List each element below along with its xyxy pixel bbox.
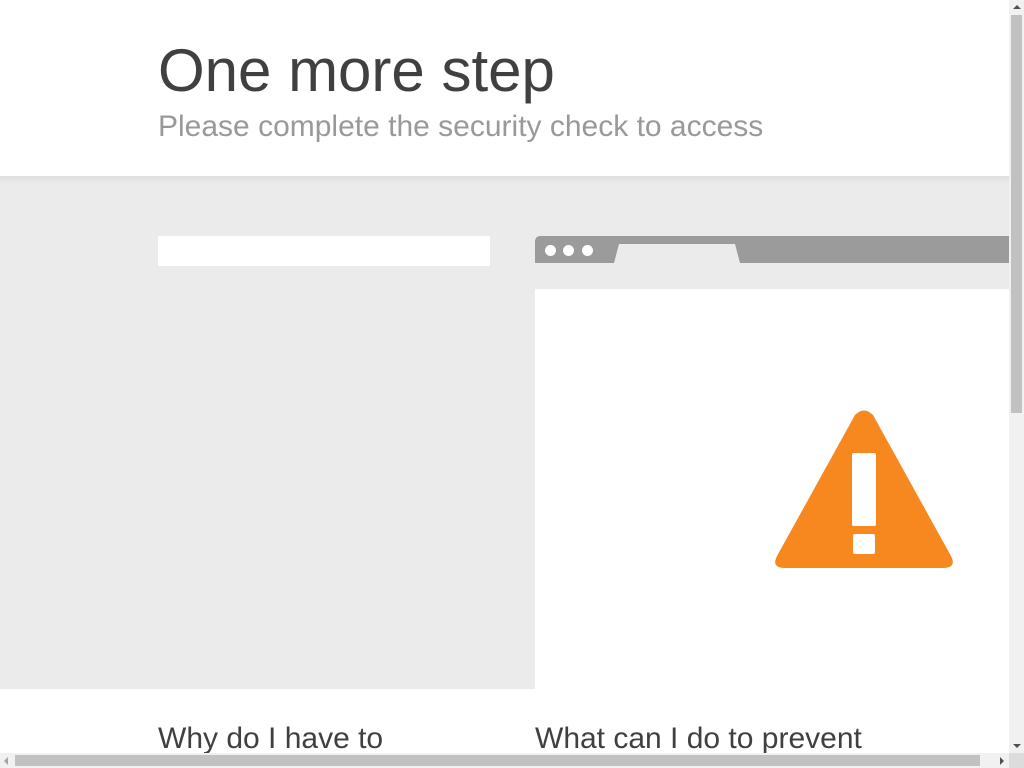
horizontal-scrollbar[interactable] — [0, 753, 1009, 768]
vertical-scroll-thumb[interactable] — [1011, 15, 1022, 413]
warning-exclamation-dot — [853, 534, 875, 554]
captcha-container[interactable] — [158, 236, 490, 266]
window-dot — [563, 245, 574, 256]
browser-tab-illustration — [614, 244, 740, 263]
warning-exclamation-bar — [852, 453, 876, 526]
window-dot — [545, 245, 556, 256]
scroll-right-icon[interactable] — [1000, 757, 1004, 765]
page-viewport: One more step Please complete the securi… — [0, 0, 1009, 753]
scroll-up-icon[interactable] — [1013, 5, 1021, 9]
browser-illustration-window — [535, 289, 1009, 753]
scrollbar-corner — [1009, 753, 1024, 768]
scroll-left-icon[interactable] — [4, 757, 8, 765]
vertical-scrollbar[interactable] — [1009, 0, 1024, 753]
why-heading: Why do I have to — [158, 722, 384, 753]
page-title: One more step — [158, 37, 555, 104]
horizontal-scroll-thumb[interactable] — [15, 755, 980, 766]
scroll-down-icon[interactable] — [1013, 744, 1021, 748]
browser-illustration-bar — [535, 236, 1009, 263]
window-dot — [582, 245, 593, 256]
warning-icon — [775, 410, 953, 568]
prevent-heading: What can I do to prevent — [535, 722, 862, 753]
page-subtitle: Please complete the security check to ac… — [158, 110, 764, 143]
header: One more step Please complete the securi… — [0, 0, 1009, 176]
